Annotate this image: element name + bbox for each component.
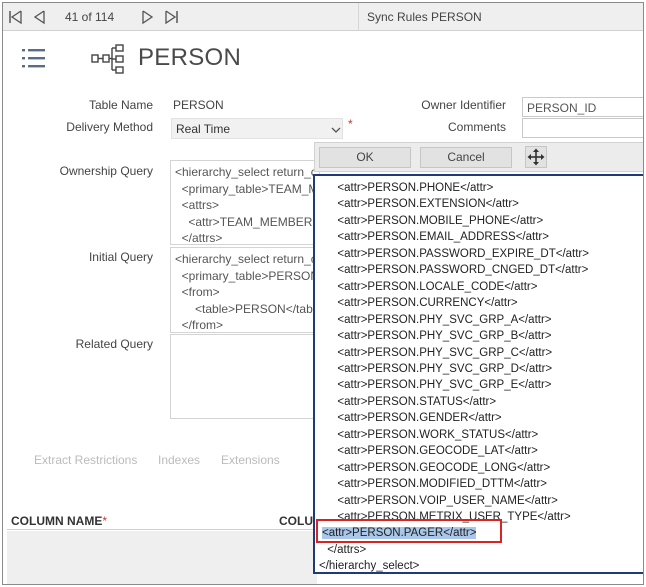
required-indicator: *: [348, 117, 353, 131]
editor-line-text: <attr>PERSON.MOBILE_PHONE</attr>: [331, 214, 544, 227]
table-name-value: PERSON: [173, 98, 224, 112]
record-count: 41 of 114: [65, 10, 115, 24]
query-editor-textarea[interactable]: <attr>PERSON.PHONE</attr> <attr>PERSON.E…: [313, 174, 643, 574]
owner-identifier-label: Owner Identifier: [421, 98, 506, 112]
editor-line: <attr>PERSON.PHONE</attr>: [331, 180, 493, 196]
hamburger-menu-icon[interactable]: [21, 45, 47, 71]
editor-line-text: <attr>PERSON.PHY_SVC_GRP_E</attr>: [331, 379, 552, 392]
tab-extensions[interactable]: Extensions: [221, 453, 280, 467]
column-name-label: COLUMN NAME: [11, 514, 103, 528]
editor-line-text: <attr>PERSON.GEOCODE_LAT</attr>: [331, 445, 538, 458]
editor-line: <attr>PERSON.PAGER</attr>: [322, 525, 477, 541]
related-query-label: Related Query: [75, 337, 153, 351]
editor-line: <attr>PERSON.PHY_SVC_GRP_D</attr>: [331, 361, 552, 377]
ownership-query-label: Ownership Query: [59, 164, 153, 178]
editor-line-text: <attr>PERSON.STATUS</attr>: [331, 395, 497, 408]
editor-line-text: <attr>PERSON.PHY_SVC_GRP_C</attr>: [331, 346, 553, 359]
editor-line-text: <attr>PERSON.WORK_STATUS</attr>: [331, 428, 539, 441]
editor-line: <attr>PERSON.MOBILE_PHONE</attr>: [331, 213, 543, 229]
editor-line-text: <attr>PERSON.EXTENSION</attr>: [331, 198, 519, 211]
editor-line: <attr>PERSON.PHY_SVC_GRP_B</attr>: [331, 328, 552, 344]
move-icon[interactable]: [525, 146, 547, 168]
column-header-second[interactable]: COLU: [279, 514, 313, 528]
selected-text: <attr>PERSON.PAGER</attr>: [322, 527, 477, 540]
chevron-down-icon[interactable]: [331, 122, 341, 133]
tab-extract-restrictions[interactable]: Extract Restrictions: [34, 453, 137, 467]
toolbar-divider: [358, 3, 359, 31]
initial-query-label: Initial Query: [88, 250, 153, 264]
related-query-field[interactable]: [170, 334, 320, 419]
sync-rules-window: 41 of 114 Sync Rules PERSON PERSON Table…: [2, 2, 644, 585]
next-record-icon[interactable]: [138, 8, 156, 26]
editor-line-text: <attr>PERSON.CURRENCY</attr>: [331, 297, 518, 310]
column-required-indicator: *: [102, 514, 107, 528]
editor-line-text: <attr>PERSON.METRIX_USER_TYPE</attr>: [331, 511, 571, 523]
comments-field[interactable]: [522, 118, 643, 138]
editor-line: </hierarchy_select>: [319, 558, 420, 573]
previous-record-icon[interactable]: [31, 8, 49, 26]
grid-header: COLUMN NAME* COLU: [7, 510, 317, 530]
editor-line-text: <attr>PERSON.VOIP_USER_NAME</attr>: [331, 494, 558, 507]
record-toolbar: 41 of 114 Sync Rules PERSON: [3, 3, 643, 31]
delivery-method-label: Delivery Method: [66, 120, 153, 134]
page-title: PERSON: [138, 44, 242, 71]
editor-line: <attr>PERSON.GENDER</attr>: [331, 410, 502, 426]
owner-identifier-value: PERSON_ID: [527, 101, 597, 115]
editor-line: <attr>PERSON.PASSWORD_CNGED_DT</attr>: [331, 262, 588, 278]
comments-label: Comments: [447, 120, 506, 134]
editor-line-text: <attr>PERSON.GENDER</attr>: [331, 412, 502, 425]
initial-query-field[interactable]: <hierarchy_select return_c <primary_tabl…: [170, 247, 320, 333]
editor-line: <attr>PERSON.EMAIL_ADDRESS</attr>: [331, 229, 549, 245]
editor-line: <attr>PERSON.CURRENCY</attr>: [331, 295, 518, 311]
editor-line-text: <attr>PERSON.MODIFIED_DTTM</attr>: [331, 478, 547, 491]
editor-line-text: <attr>PERSON.PASSWORD_EXPIRE_DT</attr>: [331, 247, 589, 260]
editor-line: <attr>PERSON.STATUS</attr>: [331, 394, 496, 410]
ok-button[interactable]: OK: [319, 147, 411, 168]
editor-line: <attr>PERSON.METRIX_USER_TYPE</attr>: [331, 509, 571, 525]
editor-line: <attr>PERSON.LOCALE_CODE</attr>: [331, 279, 537, 295]
editor-line: <attr>PERSON.PHY_SVC_GRP_E</attr>: [331, 377, 552, 393]
editor-line-text: <attr>PERSON.LOCALE_CODE</attr>: [331, 280, 538, 293]
tab-indexes[interactable]: Indexes: [158, 453, 200, 467]
owner-identifier-field[interactable]: PERSON_ID: [522, 97, 643, 117]
window-title: Sync Rules PERSON: [367, 10, 482, 24]
delivery-method-select[interactable]: Real Time: [171, 118, 343, 139]
editor-line-text: <attr>PERSON.PHY_SVC_GRP_A</attr>: [331, 313, 552, 326]
editor-line: <attr>PERSON.GEOCODE_LONG</attr>: [331, 460, 550, 476]
editor-line: <attr>PERSON.PASSWORD_EXPIRE_DT</attr>: [331, 246, 589, 262]
column-header-column-name[interactable]: COLUMN NAME*: [11, 514, 107, 528]
editor-line: <attr>PERSON.GEOCODE_LAT</attr>: [331, 443, 538, 459]
hierarchy-icon: [91, 43, 125, 75]
first-record-icon[interactable]: [7, 8, 25, 26]
editor-line-text: </attrs>: [324, 543, 367, 556]
editor-line: <attr>PERSON.EXTENSION</attr>: [331, 196, 519, 212]
editor-line-text: <attr>PERSON.PHONE</attr>: [331, 182, 494, 194]
last-record-icon[interactable]: [162, 8, 180, 26]
editor-line-text: <attr>PERSON.EMAIL_ADDRESS</attr>: [331, 231, 549, 244]
editor-line-text: <attr>PERSON.PASSWORD_CNGED_DT</attr>: [331, 264, 589, 277]
editor-line: <attr>PERSON.WORK_STATUS</attr>: [331, 427, 538, 443]
grid-body: [7, 531, 317, 584]
delivery-method-value: Real Time: [176, 122, 231, 136]
editor-line-text: <attr>PERSON.PHY_SVC_GRP_B</attr>: [331, 330, 552, 343]
editor-line-text: <attr>PERSON.GEOCODE_LONG</attr>: [331, 461, 551, 474]
editor-line-text: </hierarchy_select>: [319, 560, 420, 573]
ownership-query-field[interactable]: <hierarchy_select return_c <primary_tabl…: [170, 160, 320, 245]
editor-line-text: <attr>PERSON.PHY_SVC_GRP_D</attr>: [331, 362, 553, 375]
editor-line: <attr>PERSON.VOIP_USER_NAME</attr>: [331, 493, 558, 509]
editor-line: <attr>PERSON.PHY_SVC_GRP_A</attr>: [331, 312, 552, 328]
editor-line: </attrs>: [324, 542, 366, 558]
cancel-button[interactable]: Cancel: [420, 147, 512, 168]
editor-line: <attr>PERSON.PHY_SVC_GRP_C</attr>: [331, 345, 552, 361]
editor-line: <attr>PERSON.MODIFIED_DTTM</attr>: [331, 476, 547, 492]
query-editor-toolbar: OK Cancel: [314, 142, 643, 172]
table-name-label: Table Name: [88, 98, 153, 112]
